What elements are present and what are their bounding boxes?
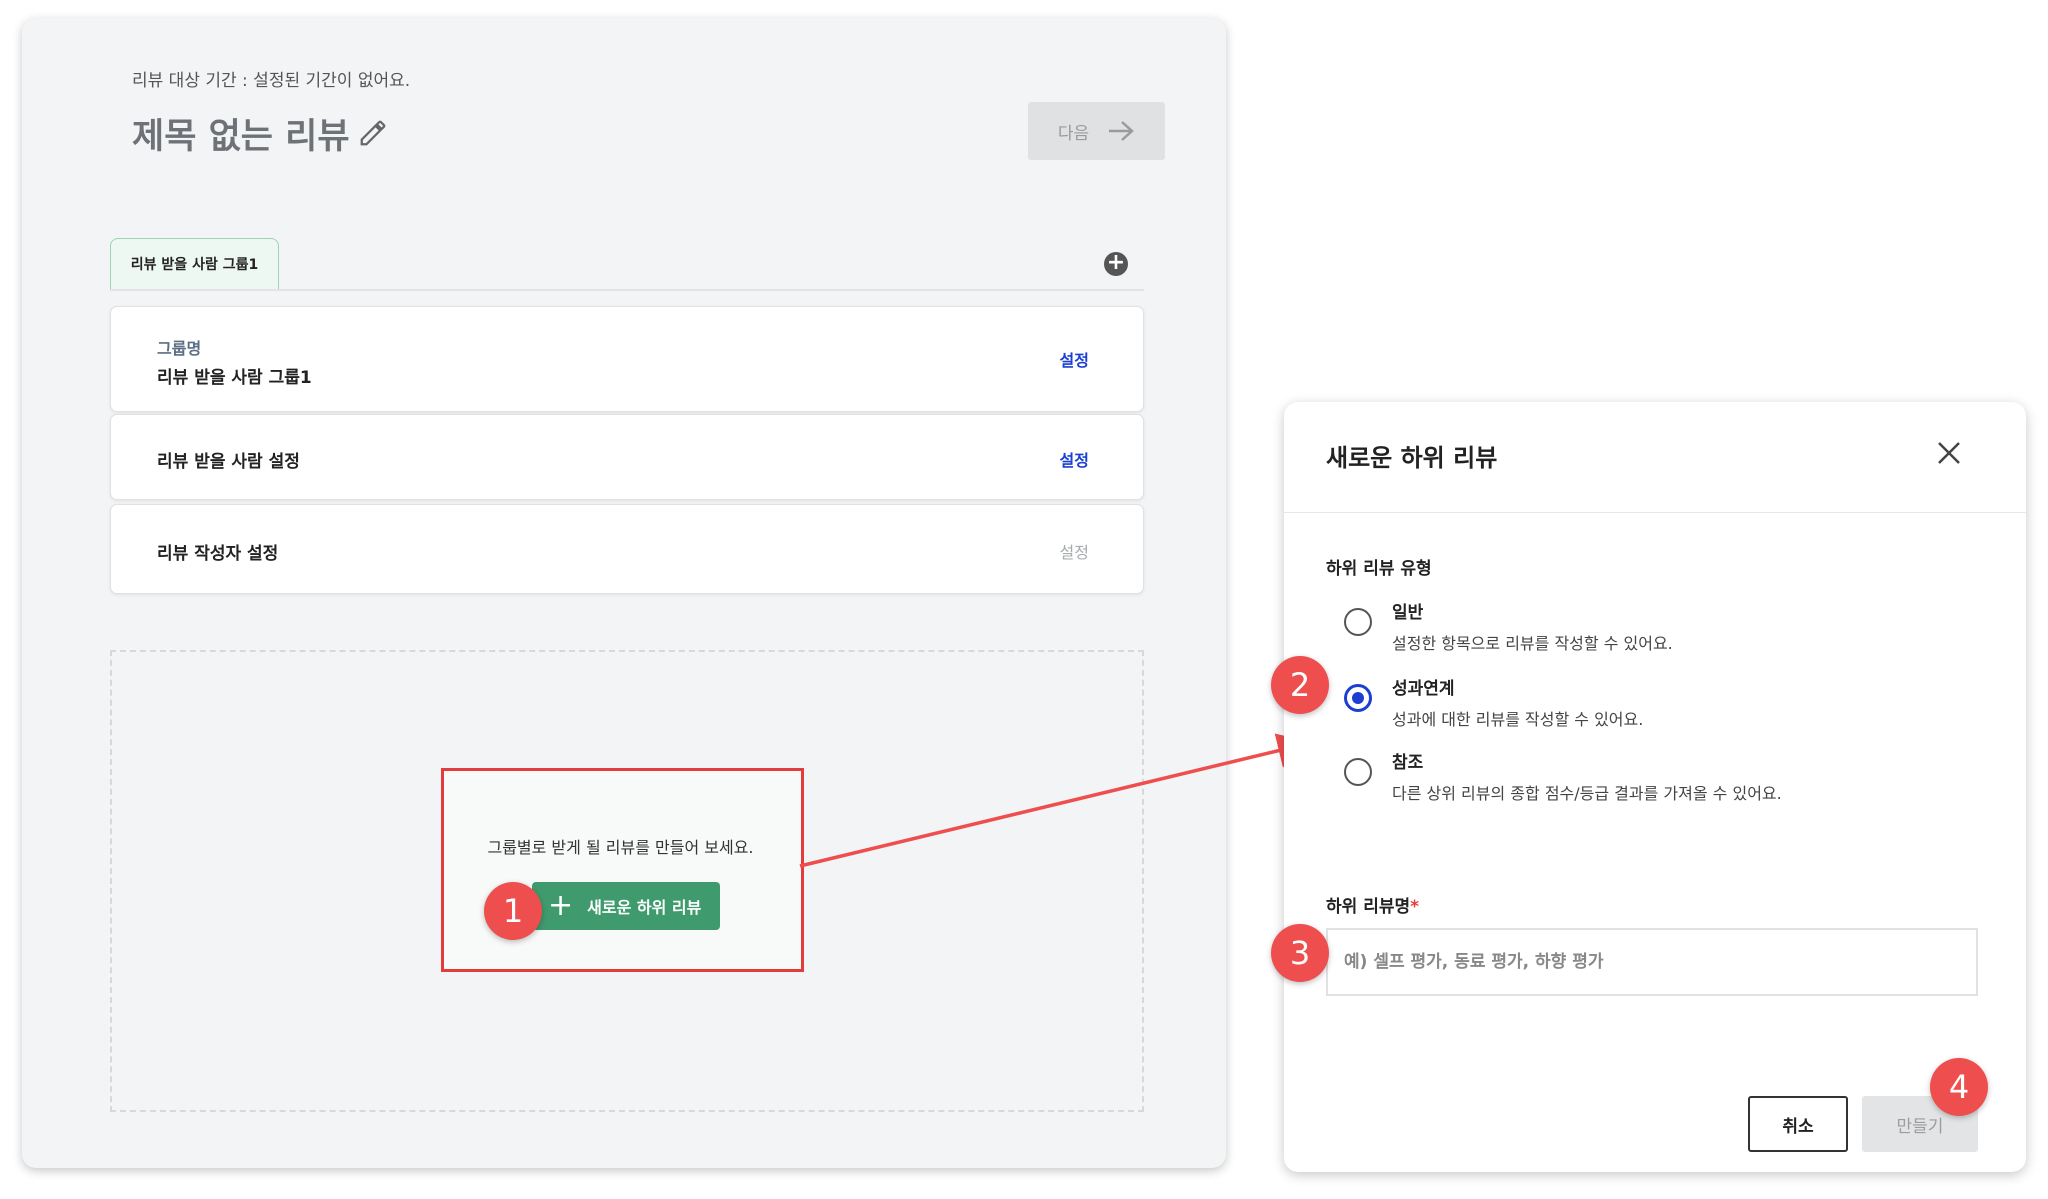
- option-performance-desc: 성과에 대한 리뷰를 작성할 수 있어요.: [1392, 710, 1644, 729]
- radio-general[interactable]: [1344, 608, 1372, 636]
- option-general-desc: 설정한 항목으로 리뷰를 작성할 수 있어요.: [1392, 634, 1673, 653]
- sub-review-type-label: 하위 리뷰 유형: [1326, 559, 1432, 579]
- cancel-button[interactable]: 취소: [1748, 1096, 1848, 1152]
- sub-review-name-text: 하위 리뷰명: [1326, 897, 1411, 917]
- new-sub-review-modal: 새로운 하위 리뷰 하위 리뷰 유형 일반 설정한 항목으로 리뷰를 작성할 수…: [1284, 402, 2026, 1172]
- annotation-badge-4: 4: [1930, 1058, 1988, 1116]
- option-reference-title: 참조: [1392, 753, 1424, 773]
- annotation-badge-1: 1: [484, 882, 542, 940]
- required-mark: *: [1410, 897, 1420, 917]
- option-performance-title: 성과연계: [1392, 679, 1455, 699]
- modal-title: 새로운 하위 리뷰: [1326, 444, 1498, 472]
- annotation-badge-3: 3: [1271, 924, 1329, 982]
- close-icon[interactable]: [1934, 438, 1964, 468]
- sub-review-name-label: 하위 리뷰명*: [1326, 892, 1419, 917]
- radio-reference[interactable]: [1344, 758, 1372, 786]
- annotation-badge-2: 2: [1271, 656, 1329, 714]
- option-reference-desc: 다른 상위 리뷰의 종합 점수/등급 결과를 가져올 수 있어요.: [1392, 784, 1782, 803]
- sub-review-name-input[interactable]: [1326, 928, 1978, 996]
- modal-divider: [1284, 512, 2026, 513]
- option-general-title: 일반: [1392, 603, 1424, 623]
- radio-performance-linked[interactable]: [1344, 684, 1372, 712]
